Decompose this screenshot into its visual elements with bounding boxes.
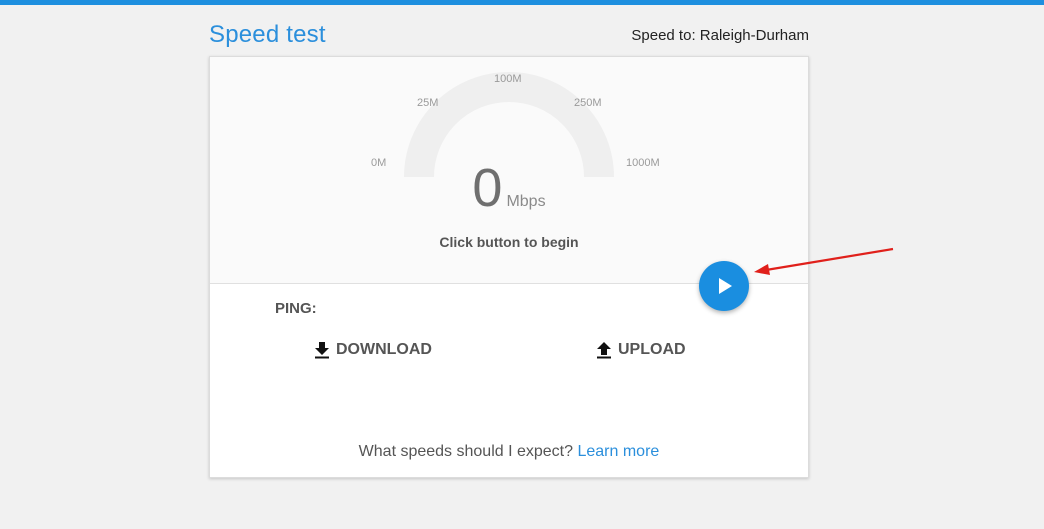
upload-metric: UPLOAD (596, 341, 686, 359)
top-accent-bar (0, 0, 1044, 5)
speed-test-card: 0M 25M 100M 250M 1000M 0 Mbps Click butto… (209, 56, 809, 478)
gauge-tick-250m: 250M (574, 97, 602, 109)
server-location: Speed to: Raleigh-Durham (631, 27, 809, 44)
learn-more-link[interactable]: Learn more (577, 443, 659, 460)
expectations-note: What speeds should I expect? Learn more (210, 443, 808, 461)
ping-label: PING: (275, 300, 317, 317)
gauge-tick-25m: 25M (417, 97, 439, 109)
upload-icon (597, 342, 611, 359)
download-metric: DOWNLOAD (314, 341, 432, 359)
page-title: Speed test (209, 21, 326, 48)
download-icon (315, 342, 329, 359)
gauge-tick-0m: 0M (371, 157, 387, 169)
expectations-question: What speeds should I expect? (358, 443, 574, 460)
start-test-button[interactable] (699, 261, 749, 311)
red-arrow-annotation (754, 247, 894, 275)
start-hint: Click button to begin (439, 234, 579, 250)
download-label: DOWNLOAD (336, 341, 432, 358)
upload-label: UPLOAD (618, 341, 686, 358)
gauge-tick-100m: 100M (494, 73, 522, 85)
gauge-tick-1000m: 1000M (626, 157, 660, 169)
play-icon (719, 278, 732, 294)
gauge-panel: 0M 25M 100M 250M 1000M 0 Mbps Click butto… (210, 57, 808, 284)
